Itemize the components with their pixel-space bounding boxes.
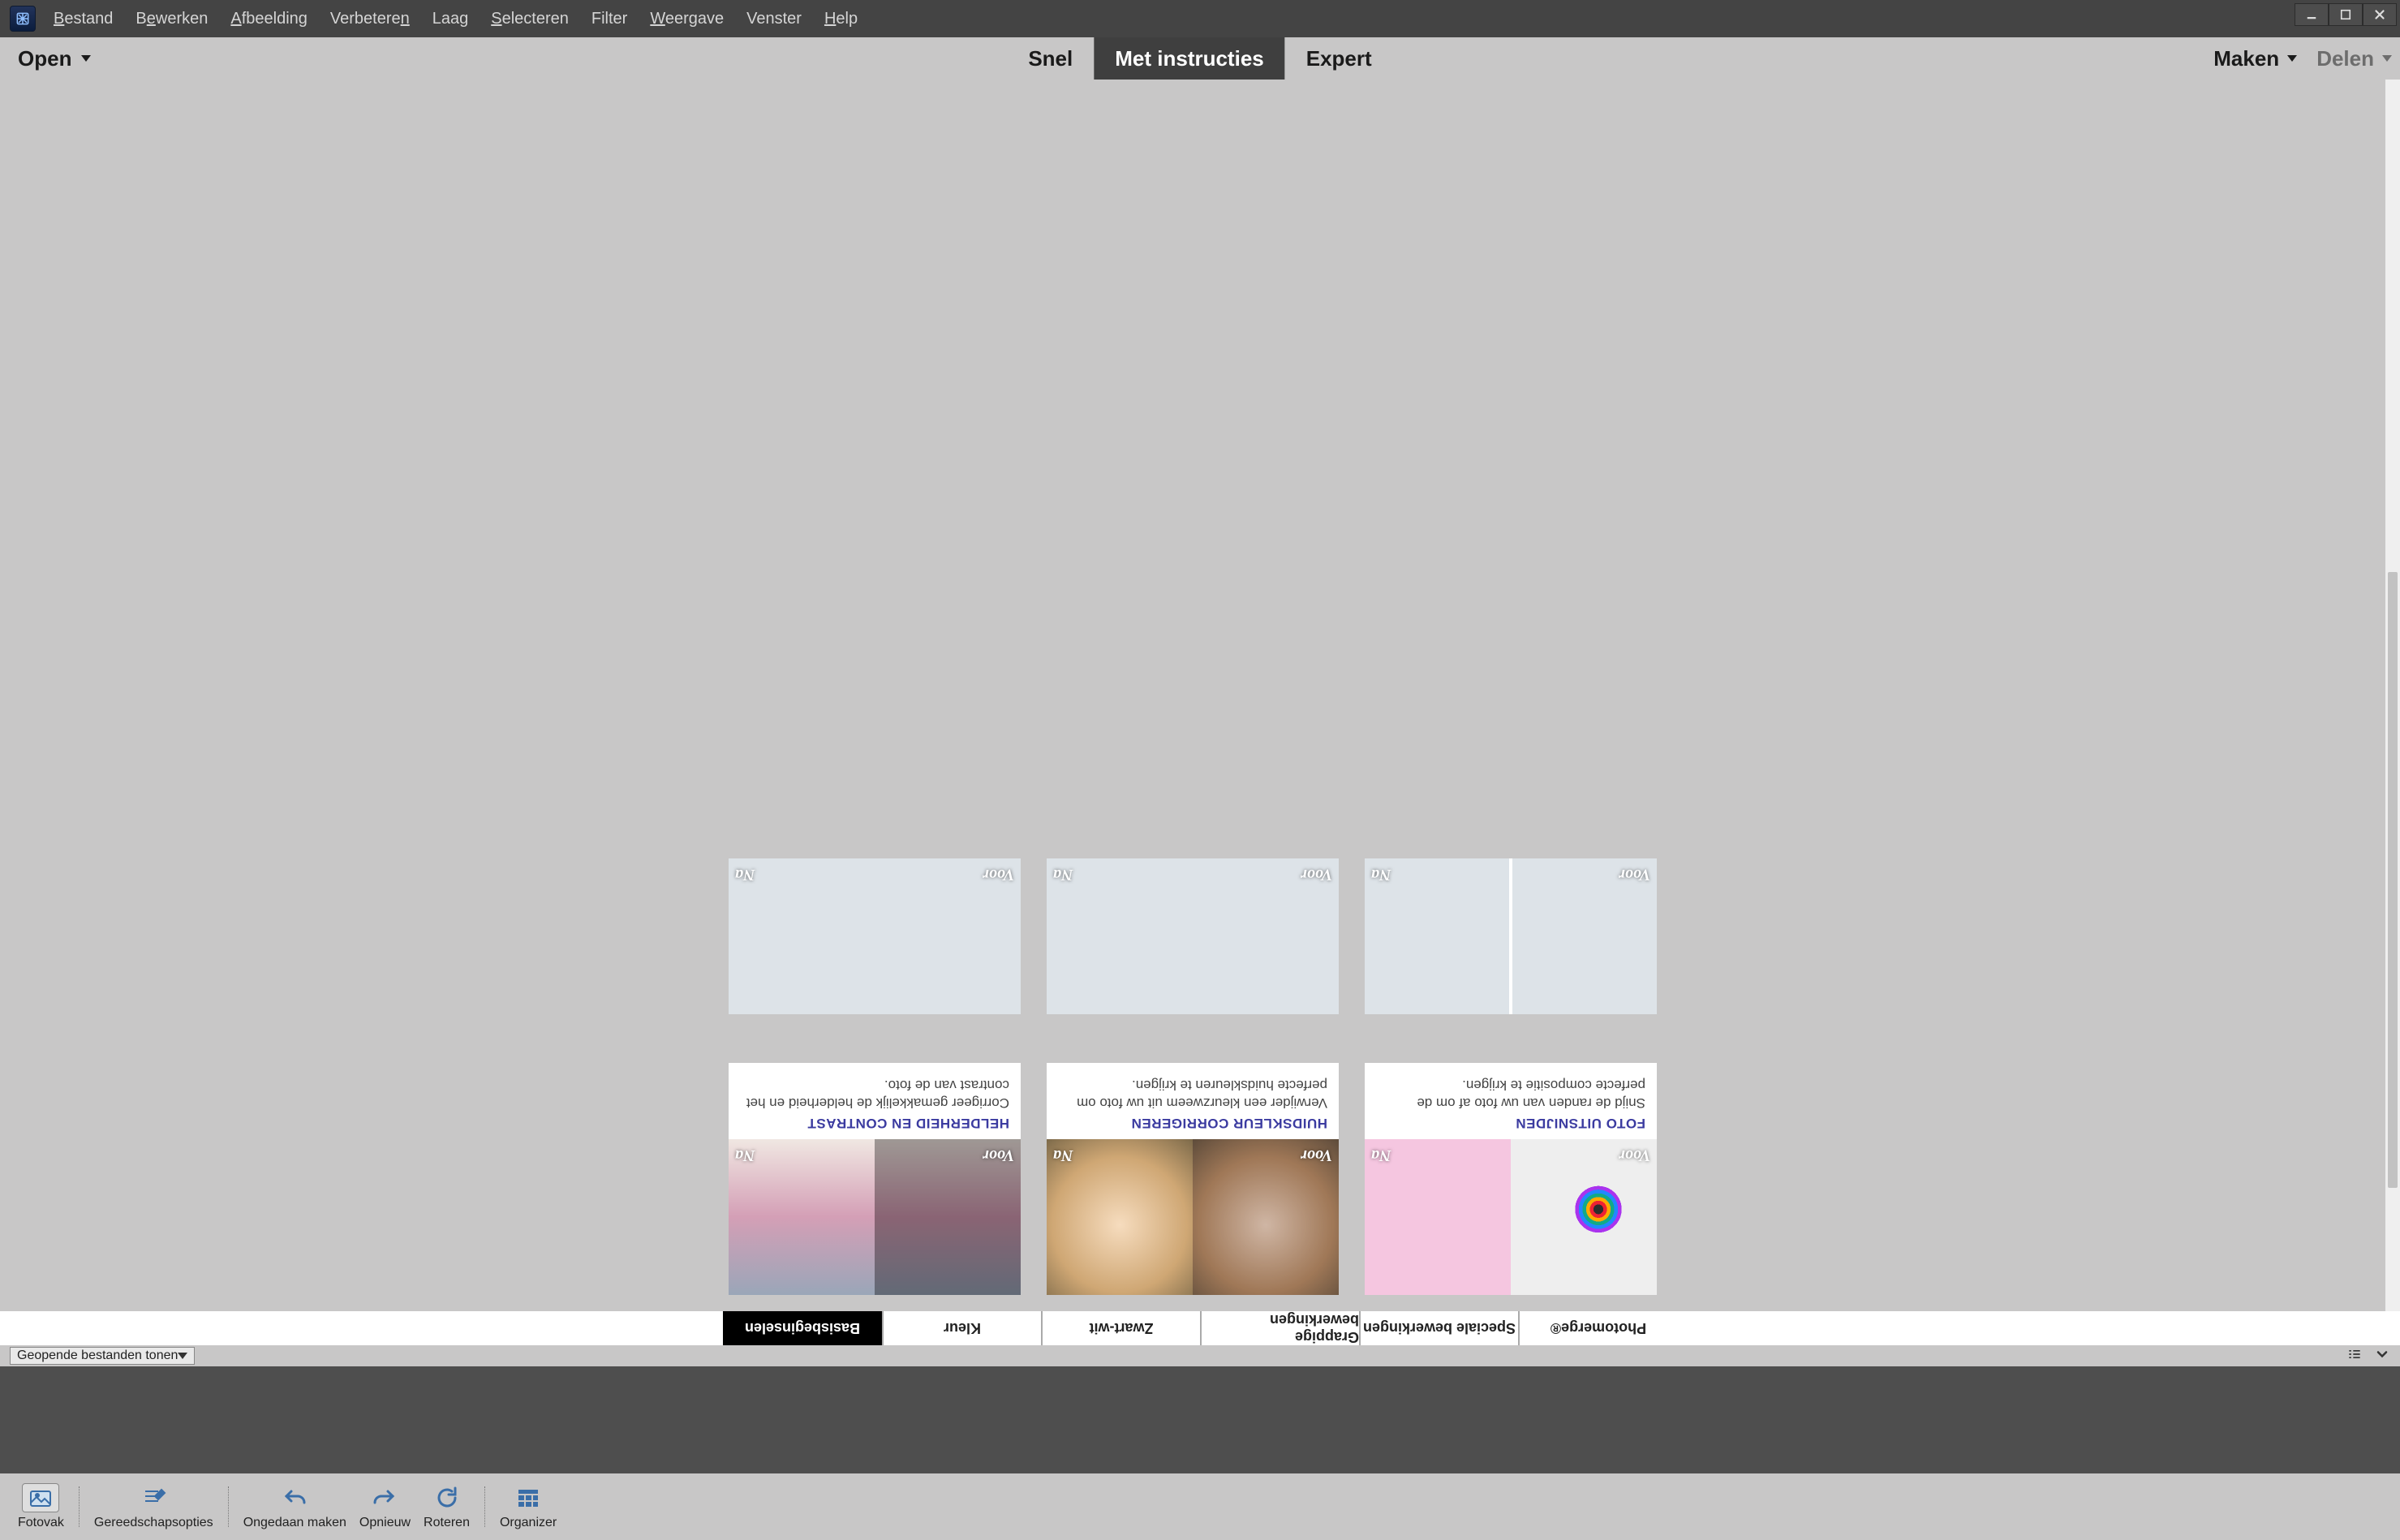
badge-na: Na [1371, 865, 1391, 884]
open-button-label: Open [18, 46, 71, 71]
menu-bewerken[interactable]: Bewerken [135, 10, 208, 28]
card-title: HUIDSKLEUR CORRIGEREN [1058, 1115, 1327, 1131]
delen-label: Delen [2316, 46, 2374, 71]
guided-scroll[interactable]: Voor Na FOTO UITSNIJDEN Snijd de randen … [0, 80, 2385, 1311]
card-desc: Snijd de randen van uw foto af om de per… [1376, 1076, 1645, 1112]
tool-ongedaan-maken[interactable]: Ongedaan maken [237, 1483, 353, 1530]
separator [484, 1486, 485, 1527]
cat-zwart-wit[interactable]: Zwart-wit [1041, 1311, 1200, 1345]
caret-down-icon [2382, 55, 2392, 62]
tool-fotovak[interactable]: Fotovak [11, 1483, 71, 1530]
caret-down-icon [178, 1353, 187, 1359]
undo-icon [282, 1483, 308, 1512]
mode-tabs: Snel Met instructies Expert [1007, 37, 1392, 80]
menu-bar: Bestand Bewerken Afbeelding Verbeteren L… [0, 0, 2400, 37]
card-huidskleur-corrigeren[interactable]: Voor Na HUIDSKLEUR CORRIGEREN Verwijder … [1047, 1063, 1339, 1295]
open-button[interactable]: Open [0, 37, 109, 80]
window-maximize-button[interactable] [2329, 3, 2363, 26]
cat-basisbeginselen[interactable]: Basisbeginselen [723, 1311, 882, 1345]
bottom-toolbar: Fotovak Gereedschapsopties Ongedaan make… [0, 1473, 2400, 1540]
badge-na: Na [1053, 1146, 1073, 1164]
menu-selecteren[interactable]: Selecteren [491, 10, 569, 28]
separator [228, 1486, 229, 1527]
tool-label: Fotovak [18, 1516, 64, 1530]
tool-label: Roteren [424, 1516, 470, 1530]
tool-roteren[interactable]: Roteren [417, 1483, 476, 1530]
card-preview-sky[interactable]: Voor Na [1365, 858, 1657, 1014]
thumbnail-strip[interactable] [0, 1366, 2400, 1473]
badge-na: Na [1053, 865, 1073, 884]
redo-icon [372, 1483, 398, 1512]
card-preview-room[interactable]: Voor Na [729, 858, 1021, 1014]
card-foto-uitsnijden[interactable]: Voor Na FOTO UITSNIJDEN Snijd de randen … [1365, 1063, 1657, 1295]
rotate-icon [434, 1483, 460, 1512]
card-title: HELDERHEID EN CONTRAST [740, 1115, 1009, 1131]
card-helderheid-contrast[interactable]: Voor Na HELDERHEID EN CONTRAST Corrigeer… [729, 1063, 1021, 1295]
window-minimize-button[interactable] [2295, 3, 2329, 26]
menu-filter[interactable]: Filter [591, 10, 627, 28]
list-view-icon[interactable] [2346, 1346, 2363, 1366]
tool-organizer[interactable]: Organizer [493, 1483, 563, 1530]
maken-button[interactable]: Maken [2213, 46, 2297, 71]
caret-down-icon [81, 55, 91, 62]
tool-label: Ongedaan maken [243, 1516, 346, 1530]
tool-options-icon [140, 1483, 166, 1512]
photo-bin-icon [22, 1483, 59, 1512]
card-title: FOTO UITSNIJDEN [1376, 1115, 1645, 1131]
cat-photomerge[interactable]: Photomerge® [1518, 1311, 1677, 1345]
separator [79, 1486, 80, 1527]
badge-voor: Voor [1619, 1146, 1650, 1164]
tool-label: Gereedschapsopties [94, 1516, 213, 1530]
cat-speciale-bewerkingen[interactable]: Speciale bewerkingen [1359, 1311, 1518, 1345]
badge-voor: Voor [1301, 1146, 1332, 1164]
open-files-dropdown[interactable]: Geopende bestanden tonen [10, 1347, 195, 1365]
menu-bestand[interactable]: Bestand [54, 10, 113, 28]
mode-snel[interactable]: Snel [1007, 37, 1094, 80]
menu-help[interactable]: Help [824, 10, 858, 28]
scrollbar-thumb[interactable] [2388, 572, 2398, 1188]
open-files-bar: Geopende bestanden tonen [0, 1345, 2400, 1366]
caret-down-icon [2287, 55, 2297, 62]
menu-laag[interactable]: Laag [432, 10, 469, 28]
menu-venster[interactable]: Venster [746, 10, 802, 28]
tool-label: Opnieuw [359, 1516, 411, 1530]
menu-weergave[interactable]: Weergave [650, 10, 724, 28]
card-desc: Corrigeer gemakkelijk de helderheid en h… [740, 1076, 1009, 1112]
menu-afbeelding[interactable]: Afbeelding [230, 10, 308, 28]
card-preview-house[interactable]: Voor Na [1047, 858, 1339, 1014]
mode-met-instructies[interactable]: Met instructies [1094, 37, 1285, 80]
cat-kleur[interactable]: Kleur [882, 1311, 1041, 1345]
mode-bar: Open Snel Met instructies Expert Maken D… [0, 37, 2400, 80]
badge-na: Na [735, 1146, 755, 1164]
tool-label: Organizer [500, 1516, 557, 1530]
cat-grappige-bewerkingen[interactable]: Grappige bewerkingen [1200, 1311, 1359, 1345]
app-icon [10, 6, 36, 32]
mode-bar-right: Maken Delen [2213, 37, 2392, 80]
badge-voor: Voor [983, 865, 1014, 884]
badge-voor: Voor [983, 1146, 1014, 1164]
badge-voor: Voor [1301, 865, 1332, 884]
menu-verbeteren[interactable]: Verbeteren [330, 10, 410, 28]
card-desc: Verwijder een kleurzweem uit uw foto om … [1058, 1076, 1327, 1112]
badge-voor: Voor [1619, 865, 1650, 884]
badge-na: Na [735, 865, 755, 884]
window-close-button[interactable] [2363, 3, 2397, 26]
tool-opnieuw[interactable]: Opnieuw [353, 1483, 417, 1530]
chevron-down-icon[interactable] [2374, 1346, 2390, 1366]
window-controls [2295, 3, 2397, 26]
tool-gereedschapsopties[interactable]: Gereedschapsopties [88, 1483, 220, 1530]
badge-na: Na [1371, 1146, 1391, 1164]
organizer-icon [515, 1483, 541, 1512]
category-tabs: Photomerge® Speciale bewerkingen Grappig… [0, 1311, 2400, 1345]
scrollbar[interactable] [2385, 80, 2400, 1311]
open-files-dropdown-label: Geopende bestanden tonen [17, 1349, 178, 1363]
mode-expert[interactable]: Expert [1285, 37, 1393, 80]
guided-area: Voor Na FOTO UITSNIJDEN Snijd de randen … [0, 80, 2400, 1311]
maken-label: Maken [2213, 46, 2279, 71]
menu-items: Bestand Bewerken Afbeelding Verbeteren L… [54, 10, 858, 28]
delen-button[interactable]: Delen [2316, 46, 2392, 71]
